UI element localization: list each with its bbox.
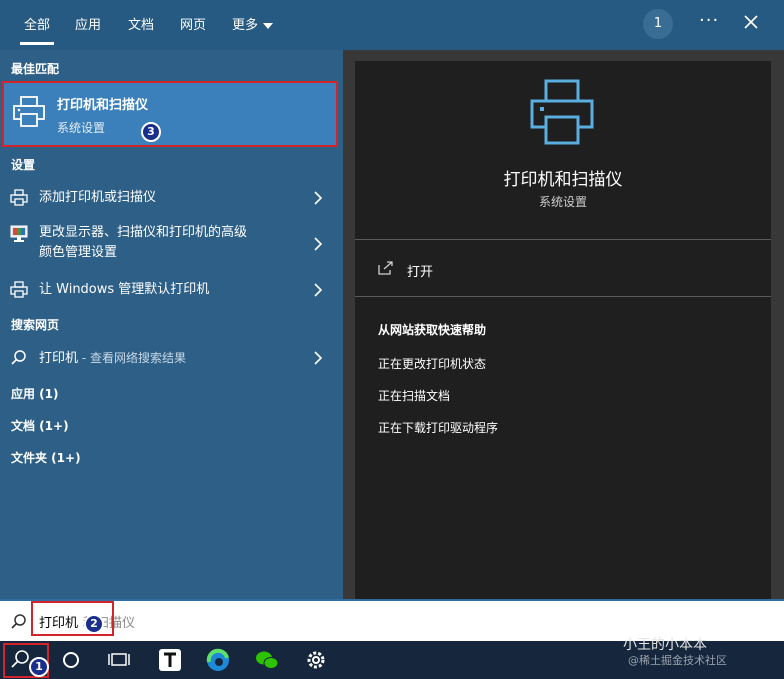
step-marker-3: 3 <box>141 122 161 142</box>
web-search-item[interactable]: 打印机 - 查看网络搜索结果 <box>0 344 343 372</box>
preview-title: 打印机和扫描仪 <box>503 170 623 190</box>
monitor-icon <box>10 225 28 242</box>
search-icon <box>11 350 26 365</box>
settings-item-label-line2: 颜色管理设置 <box>39 245 118 260</box>
tab-more[interactable]: 更多 <box>232 14 274 33</box>
chevron-right-icon <box>314 237 323 251</box>
web-search-label: 打印机 - 查看网络搜索结果 <box>39 348 186 369</box>
tab-all[interactable]: 全部 <box>19 14 55 45</box>
tab-apps[interactable]: 应用 <box>75 14 101 33</box>
ellipsis-icon[interactable]: ··· <box>699 10 719 31</box>
tab-web[interactable]: 网页 <box>180 14 206 33</box>
help-link[interactable]: 正在更改打印机状态 <box>378 355 486 372</box>
chevron-right-icon <box>314 191 323 205</box>
chevron-right-icon <box>314 283 323 297</box>
settings-item-color-management[interactable]: 更改显示器、扫描仪和打印机的高级 颜色管理设置 <box>0 222 343 266</box>
settings-item-default-printer[interactable]: 让 Windows 管理默认打印机 <box>0 276 343 304</box>
tab-more-label: 更多 <box>232 18 259 33</box>
printer-icon <box>13 96 45 127</box>
help-heading: 从网站获取快速帮助 <box>378 323 487 337</box>
edge-icon[interactable] <box>205 647 231 673</box>
open-icon <box>378 261 393 275</box>
wechat-icon[interactable] <box>254 647 280 673</box>
best-match-heading: 最佳匹配 <box>11 62 60 76</box>
settings-item-label: 添加打印机或扫描仪 <box>39 190 157 205</box>
web-search-query: 打印机 <box>39 351 79 366</box>
category-apps[interactable]: 应用 (1) <box>11 385 59 402</box>
chevron-down-icon <box>263 22 274 29</box>
step-marker-2: 2 <box>84 614 104 634</box>
settings-item-label: 让 Windows 管理默认打印机 <box>39 282 210 297</box>
printer-icon <box>530 79 594 145</box>
tab-documents[interactable]: 文档 <box>128 14 154 33</box>
watermark-title: 小王的小本本 <box>623 637 707 653</box>
preview-divider <box>355 296 771 297</box>
open-label: 打开 <box>407 265 434 280</box>
web-search-sub: - 查看网络搜索结果 <box>78 351 186 365</box>
watermark-source: @稀土掘金技术社区 <box>628 654 727 667</box>
chevron-right-icon <box>314 351 323 365</box>
best-match-subtitle: 系统设置 <box>57 121 106 135</box>
task-view-icon[interactable] <box>106 647 132 673</box>
printer-icon <box>10 281 28 298</box>
help-link[interactable]: 正在下载打印驱动程序 <box>378 419 498 436</box>
category-folders[interactable]: 文件夹 (1+) <box>11 449 81 466</box>
search-icon <box>11 614 26 629</box>
step-marker-1: 1 <box>29 657 49 677</box>
settings-heading: 设置 <box>11 158 36 172</box>
best-match-item[interactable]: 打印机和扫描仪 系统设置 <box>2 81 338 147</box>
close-icon[interactable] <box>741 12 761 32</box>
rewards-badge[interactable]: 1 <box>643 9 673 39</box>
category-documents[interactable]: 文档 (1+) <box>11 417 69 434</box>
preview-divider <box>355 239 771 240</box>
open-action[interactable]: 打开 <box>378 259 758 281</box>
web-heading: 搜索网页 <box>11 318 60 332</box>
settings-gear-icon[interactable] <box>303 647 329 673</box>
best-match-title: 打印机和扫描仪 <box>57 98 149 113</box>
search-header: 全部 应用 文档 网页 更多 1 ··· <box>0 0 784 50</box>
help-link[interactable]: 正在扫描文档 <box>378 387 450 404</box>
printer-icon <box>10 189 28 206</box>
settings-item-add-printer[interactable]: 添加打印机或扫描仪 <box>0 184 343 212</box>
preview-subtitle: 系统设置 <box>538 195 587 209</box>
typora-icon[interactable] <box>157 647 183 673</box>
settings-item-label-line1: 更改显示器、扫描仪和打印机的高级 <box>39 225 248 240</box>
cortana-icon[interactable] <box>58 647 84 673</box>
